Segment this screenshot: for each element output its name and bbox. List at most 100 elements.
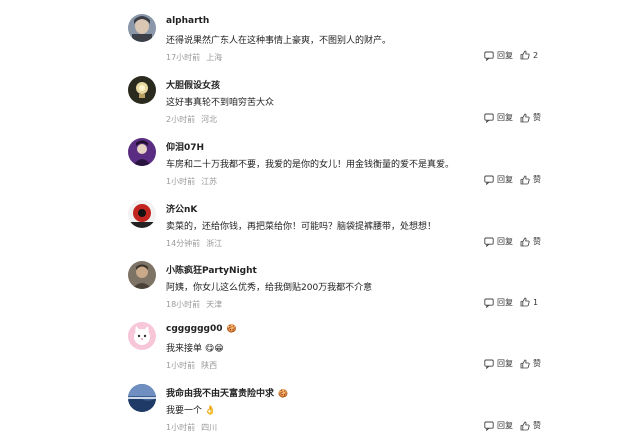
- comment-list: alpharth 还得说果然广东人在这种事情上豪爽，不图别人的财产。 17小时前…: [0, 0, 640, 442]
- comment-bubble-icon: [484, 175, 494, 185]
- comment-meta: 2小时前 河北: [166, 114, 217, 125]
- comment-time: 1小时前: [166, 361, 196, 370]
- landscape-avatar-icon[interactable]: [128, 384, 156, 412]
- man-portrait-avatar-icon[interactable]: [128, 261, 156, 289]
- like-button[interactable]: 赞: [520, 236, 541, 247]
- like-button[interactable]: 1: [520, 297, 538, 307]
- comment-text: 卖菜的，还给你钱，再把菜给你！可能吗？脑袋提裤腰带，处想想！: [166, 222, 437, 232]
- comment-author-name[interactable]: alpharth: [166, 16, 213, 26]
- reply-button[interactable]: 回复: [484, 174, 513, 185]
- comment-bubble-icon: [484, 51, 494, 61]
- thumbs-up-icon: [520, 359, 530, 369]
- comment-meta: 18小时前 天津: [166, 299, 222, 310]
- comment-location: 上海: [206, 53, 223, 62]
- comment-meta: 1小时前 江苏: [166, 176, 217, 187]
- author-badge-emoji: 🍪: [278, 389, 288, 398]
- comment-text: 这好事真轮不到咱穷苦大众: [166, 98, 275, 108]
- like-button[interactable]: 赞: [520, 420, 541, 431]
- anime-portrait-avatar-icon[interactable]: [128, 14, 156, 42]
- comment-actions: 回复 赞: [484, 236, 554, 250]
- comment-actions: 回复 2: [484, 50, 554, 64]
- reply-button[interactable]: 回复: [484, 50, 513, 61]
- comment-time: 17小时前: [166, 53, 201, 62]
- like-label: 2: [533, 50, 539, 60]
- thumbs-up-icon: [520, 113, 530, 123]
- comment-item: cgggggg00 🍪 我来接单 😋😁 1小时前 陕西 回复 赞: [0, 322, 640, 384]
- thumbs-up-icon: [520, 421, 530, 431]
- comment-location: 四川: [201, 423, 218, 432]
- comment-location: 天津: [206, 300, 223, 309]
- comment-text: 车房和二十万我都不要，我爱的是你的女儿！用金钱衡量的爱不是真爱。: [166, 160, 455, 170]
- reply-label: 回复: [497, 421, 513, 430]
- thumbs-up-icon: [520, 237, 530, 247]
- comment-author-name[interactable]: 我命由我不由天富贵险中求 🍪: [166, 386, 288, 399]
- comment-actions: 回复 赞: [484, 420, 554, 434]
- reply-label: 回复: [497, 113, 513, 122]
- reply-label: 回复: [497, 298, 513, 307]
- reply-button[interactable]: 回复: [484, 297, 513, 308]
- comment-location: 江苏: [201, 177, 218, 186]
- like-button[interactable]: 赞: [520, 174, 541, 185]
- reply-button[interactable]: 回复: [484, 420, 513, 431]
- like-label: 赞: [533, 421, 541, 430]
- comment-bubble-icon: [484, 113, 494, 123]
- comment-time: 1小时前: [166, 177, 196, 186]
- reply-label: 回复: [497, 51, 513, 60]
- comment-location: 河北: [201, 115, 218, 124]
- purple-figure-avatar-icon[interactable]: [128, 138, 156, 166]
- comment-text: 阿姨，你女儿这么优秀，给我倒贴200万我都不介意: [166, 283, 373, 293]
- comment-actions: 回复 赞: [484, 112, 554, 126]
- comment-meta: 1小时前 四川: [166, 422, 217, 433]
- comment-text: 我来接单 😋😁: [166, 344, 224, 354]
- lightbulb-avatar-icon[interactable]: [128, 76, 156, 104]
- thumbs-up-icon: [520, 175, 530, 185]
- like-label: 赞: [533, 359, 541, 368]
- reply-label: 回复: [497, 175, 513, 184]
- like-button[interactable]: 赞: [520, 112, 541, 123]
- like-label: 赞: [533, 237, 541, 246]
- comment-bubble-icon: [484, 237, 494, 247]
- comment-actions: 回复 1: [484, 297, 554, 311]
- comment-author-name[interactable]: 仰泪07H: [166, 140, 208, 153]
- comment-bubble-icon: [484, 298, 494, 308]
- comment-bubble-icon: [484, 421, 494, 431]
- comment-location: 陕西: [201, 361, 218, 370]
- reply-button[interactable]: 回复: [484, 236, 513, 247]
- comment-meta: 14分钟前 浙江: [166, 238, 222, 249]
- comment-author-name[interactable]: 大胆假设女孩: [166, 78, 224, 91]
- comment-actions: 回复 赞: [484, 174, 554, 188]
- comment-text: 我要一个 👌: [166, 406, 217, 416]
- comment-author-name[interactable]: 小陈疯狂PartyNight: [166, 263, 261, 276]
- comment-meta: 1小时前 陕西: [166, 360, 217, 371]
- thumbs-up-icon: [520, 297, 530, 307]
- like-label: 赞: [533, 175, 541, 184]
- like-button[interactable]: 2: [520, 50, 538, 60]
- comment-item: 济公nK 卖菜的，还给你钱，再把菜给你！可能吗？脑袋提裤腰带，处想想！ 14分钟…: [0, 200, 640, 262]
- comment-time: 14分钟前: [166, 239, 201, 248]
- comment-time: 18小时前: [166, 300, 201, 309]
- comment-time: 2小时前: [166, 115, 196, 124]
- like-button[interactable]: 赞: [520, 358, 541, 369]
- comment-item: 大胆假设女孩 这好事真轮不到咱穷苦大众 2小时前 河北 回复 赞: [0, 76, 640, 138]
- like-label: 赞: [533, 113, 541, 122]
- comment-location: 浙江: [206, 239, 223, 248]
- reply-label: 回复: [497, 359, 513, 368]
- comment-item: alpharth 还得说果然广东人在这种事情上豪爽，不图别人的财产。 17小时前…: [0, 14, 640, 76]
- like-label: 1: [533, 297, 539, 307]
- reply-label: 回复: [497, 237, 513, 246]
- comment-item: 仰泪07H 车房和二十万我都不要，我爱的是你的女儿！用金钱衡量的爱不是真爱。 1…: [0, 138, 640, 200]
- comment-bubble-icon: [484, 359, 494, 369]
- comment-text: 还得说果然广东人在这种事情上豪爽，不图别人的财产。: [166, 36, 392, 46]
- comment-author-name[interactable]: 济公nK: [166, 202, 201, 215]
- red-sun-avatar-icon[interactable]: [128, 200, 156, 228]
- comment-item: 小陈疯狂PartyNight 阿姨，你女儿这么优秀，给我倒贴200万我都不介意 …: [0, 261, 640, 323]
- reply-button[interactable]: 回复: [484, 112, 513, 123]
- reply-button[interactable]: 回复: [484, 358, 513, 369]
- pink-cat-avatar-icon[interactable]: [128, 322, 156, 350]
- thumbs-up-icon: [520, 50, 530, 60]
- comment-author-name[interactable]: cgggggg00 🍪: [166, 324, 236, 334]
- comment-time: 1小时前: [166, 423, 196, 432]
- author-badge-emoji: 🍪: [226, 324, 237, 333]
- comment-actions: 回复 赞: [484, 358, 554, 372]
- comment-item: 我命由我不由天富贵险中求 🍪 我要一个 👌 1小时前 四川 回复 赞: [0, 384, 640, 446]
